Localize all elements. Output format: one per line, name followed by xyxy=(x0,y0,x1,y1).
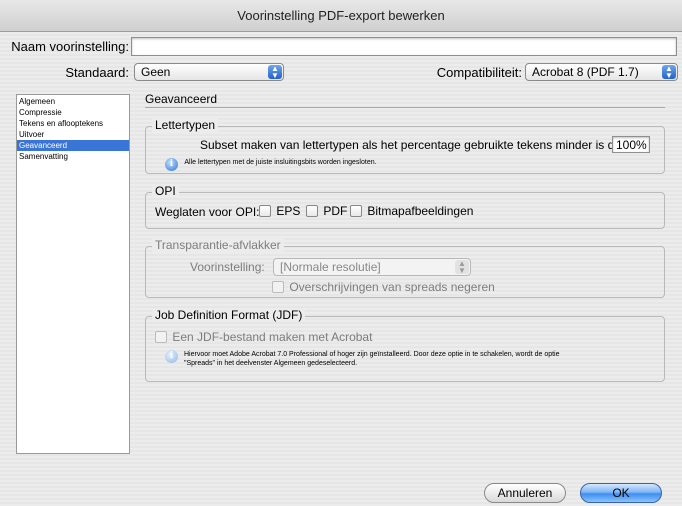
ignore-spreads-label: Overschrijvingen van spreads negeren xyxy=(289,280,495,294)
standard-label: Standaard: xyxy=(65,65,129,80)
bitmap-checkbox[interactable] xyxy=(350,205,362,217)
compat-popup[interactable]: Acrobat 8 (PDF 1.7) ▲ ▼ xyxy=(525,63,678,81)
fonts-group-title: Lettertypen xyxy=(152,118,219,132)
ignore-spreads-row[interactable]: Overschrijvingen van spreads negeren xyxy=(272,280,495,294)
fonts-info-row: i Alle lettertypen met de juiste insluit… xyxy=(165,155,377,171)
preset-name-input[interactable] xyxy=(131,37,677,56)
standard-value: Geen xyxy=(141,65,171,79)
subset-percentage-input[interactable]: 100% xyxy=(612,136,650,153)
preset-name-label: Naam voorinstelling: xyxy=(11,39,129,54)
bitmap-checkbox-row[interactable]: Bitmapafbeeldingen xyxy=(350,204,473,218)
cancel-button[interactable]: Annuleren xyxy=(484,483,566,503)
pdf-label: PDF xyxy=(323,204,348,218)
opi-omit-label: Weglaten voor OPI: xyxy=(155,205,260,219)
sidebar-item-compressie[interactable]: Compressie xyxy=(17,107,129,118)
subset-label: Subset maken van lettertypen als het per… xyxy=(200,138,631,152)
sidebar-item-algemeen[interactable]: Algemeen xyxy=(17,96,129,107)
flattener-preset-label: Voorinstelling: xyxy=(190,260,265,274)
dialog-body: Naam voorinstelling: Standaard: Geen ▲ ▼ … xyxy=(0,32,682,506)
ok-button[interactable]: OK xyxy=(580,483,662,503)
popup-arrows-icon: ▲ ▼ xyxy=(268,65,282,80)
jdf-create-row[interactable]: Een JDF-bestand maken met Acrobat xyxy=(155,330,372,344)
flattener-group-title: Transparantie-afvlakker xyxy=(152,238,284,252)
compat-label: Compatibiliteit: xyxy=(436,65,522,80)
eps-label: EPS xyxy=(276,204,301,218)
jdf-info-line1: Hiervoor moet Adobe Acrobat 7.0 Professi… xyxy=(184,351,560,358)
flattener-preset-popup[interactable]: [Normale resolutie] ▲ ▼ xyxy=(273,258,471,276)
jdf-create-checkbox[interactable] xyxy=(155,331,167,343)
pdf-checkbox[interactable] xyxy=(306,205,318,217)
sidebar-item-samenvatting[interactable]: Samenvatting xyxy=(17,151,129,162)
jdf-info-line2: "Spreads" in het deelvenster Algemeen ge… xyxy=(184,360,358,367)
sidebar-item-geavanceerd[interactable]: Geavanceerd xyxy=(17,140,129,151)
fonts-info-text: Alle lettertypen met de juiste insluitin… xyxy=(184,159,377,166)
bitmap-label: Bitmapafbeeldingen xyxy=(367,204,474,218)
jdf-create-label: Een JDF-bestand maken met Acrobat xyxy=(172,330,373,344)
pdf-checkbox-row[interactable]: PDF xyxy=(306,204,347,218)
jdf-group-title: Job Definition Format (JDF) xyxy=(152,308,306,322)
opi-group-title: OPI xyxy=(152,184,179,198)
info-icon: i xyxy=(165,158,178,171)
popup-arrows-icon: ▲ ▼ xyxy=(662,65,676,80)
jdf-info-text: Hiervoor moet Adobe Acrobat 7.0 Professi… xyxy=(184,350,560,368)
window-title: Voorinstelling PDF-export bewerken xyxy=(0,0,682,32)
compat-value: Acrobat 8 (PDF 1.7) xyxy=(532,65,639,79)
eps-checkbox-row[interactable]: EPS xyxy=(259,204,300,218)
jdf-info-icon-wrap: i xyxy=(165,347,178,363)
popup-arrows-icon: ▲ ▼ xyxy=(455,260,469,275)
section-title: Geavanceerd xyxy=(145,92,218,106)
section-divider xyxy=(145,107,665,108)
eps-checkbox[interactable] xyxy=(259,205,271,217)
info-icon: i xyxy=(165,350,178,363)
sidebar-item-tekens[interactable]: Tekens en aflooptekens xyxy=(17,118,129,129)
sidebar-item-uitvoer[interactable]: Uitvoer xyxy=(17,129,129,140)
flattener-preset-value: [Normale resolutie] xyxy=(280,260,381,274)
ignore-spreads-checkbox[interactable] xyxy=(272,281,284,293)
sidebar-list: Algemeen Compressie Tekens en afloopteke… xyxy=(16,94,130,454)
standard-popup[interactable]: Geen ▲ ▼ xyxy=(134,63,284,81)
jdf-group xyxy=(145,316,665,382)
